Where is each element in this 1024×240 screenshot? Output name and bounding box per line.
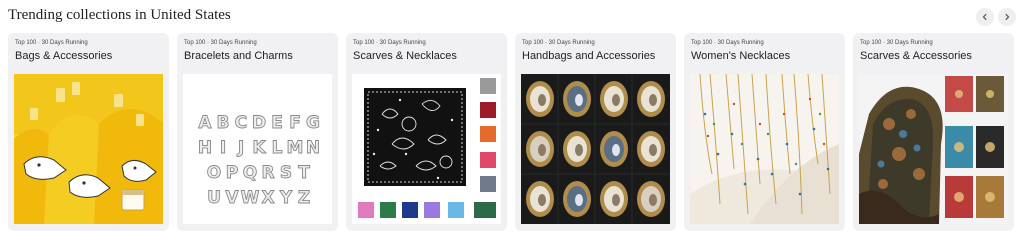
card-image bbox=[690, 74, 839, 224]
charm-letter: E bbox=[271, 113, 283, 133]
chevron-left-icon bbox=[982, 13, 987, 21]
card-meta: Top 100 · 30 Days Running bbox=[353, 40, 426, 46]
charm-letter: W bbox=[241, 188, 260, 208]
charm-letter: Z bbox=[298, 188, 310, 208]
card-image bbox=[352, 74, 501, 224]
card-meta: Top 100 · 30 Days Running bbox=[691, 40, 764, 46]
charm-letter: P bbox=[226, 163, 238, 183]
charm-letter: J bbox=[237, 138, 244, 158]
charm-letter: F bbox=[289, 113, 301, 133]
card-title: Scarves & Necklaces bbox=[353, 50, 457, 62]
charm-letter: C bbox=[235, 113, 247, 133]
charm-letter: G bbox=[306, 113, 320, 133]
section-title: Trending collections in United States bbox=[8, 7, 231, 23]
section-header: Trending collections in United States bbox=[0, 0, 1024, 32]
card-meta: Top 100 · 30 Days Running bbox=[184, 40, 257, 46]
card-title: Scarves & Accessories bbox=[860, 50, 972, 62]
prev-button[interactable] bbox=[976, 8, 994, 26]
collection-card-bracelets-charms[interactable]: Top 100 · 30 Days Running Bracelets and … bbox=[177, 33, 338, 231]
card-image: A B C D E F G H I J K L M N O P Q R S T … bbox=[183, 74, 332, 224]
card-image bbox=[14, 74, 163, 224]
card-title: Handbags and Accessories bbox=[522, 50, 656, 62]
charm-letter: O bbox=[207, 163, 221, 183]
next-button[interactable] bbox=[998, 8, 1016, 26]
collection-cards: Top 100 · 30 Days Running Bags & Accesso… bbox=[8, 33, 1016, 231]
charm-letter: Y bbox=[279, 188, 293, 208]
charm-letter: B bbox=[217, 113, 230, 133]
card-meta: Top 100 · 30 Days Running bbox=[522, 40, 595, 46]
collection-card-scarves-necklaces[interactable]: Top 100 · 30 Days Running Scarves & Neck… bbox=[346, 33, 507, 231]
charm-letter: I bbox=[220, 138, 226, 158]
collection-card-scarves-accessories[interactable]: Top 100 · 30 Days Running Scarves & Acce… bbox=[853, 33, 1014, 231]
charm-letter: D bbox=[252, 113, 266, 133]
charm-letter: L bbox=[272, 138, 283, 158]
charm-letter: X bbox=[261, 188, 274, 208]
charm-letter: V bbox=[225, 188, 239, 208]
charm-letter: N bbox=[306, 138, 320, 158]
card-title: Women's Necklaces bbox=[691, 50, 791, 62]
charm-letter: K bbox=[252, 138, 266, 158]
charm-letter: U bbox=[207, 188, 221, 208]
charm-letter: T bbox=[298, 163, 310, 183]
charm-letter: A bbox=[198, 113, 212, 133]
card-image bbox=[521, 74, 670, 224]
collection-card-womens-necklaces[interactable]: Top 100 · 30 Days Running Women's Neckla… bbox=[684, 33, 845, 231]
charm-letter: H bbox=[198, 138, 212, 158]
collection-card-handbags-accessories[interactable]: Top 100 · 30 Days Running Handbags and A… bbox=[515, 33, 676, 231]
charm-letter: S bbox=[280, 163, 292, 183]
card-title: Bags & Accessories bbox=[15, 50, 113, 62]
charm-letter: Q bbox=[243, 163, 257, 183]
card-meta: Top 100 · 30 Days Running bbox=[15, 40, 88, 46]
chevron-right-icon bbox=[1005, 13, 1010, 21]
charm-letter: M bbox=[287, 138, 304, 158]
charm-letter: R bbox=[261, 163, 274, 183]
card-meta: Top 100 · 30 Days Running bbox=[860, 40, 933, 46]
card-image bbox=[859, 74, 1008, 224]
collection-card-bags-accessories[interactable]: Top 100 · 30 Days Running Bags & Accesso… bbox=[8, 33, 169, 231]
card-title: Bracelets and Charms bbox=[184, 50, 293, 62]
